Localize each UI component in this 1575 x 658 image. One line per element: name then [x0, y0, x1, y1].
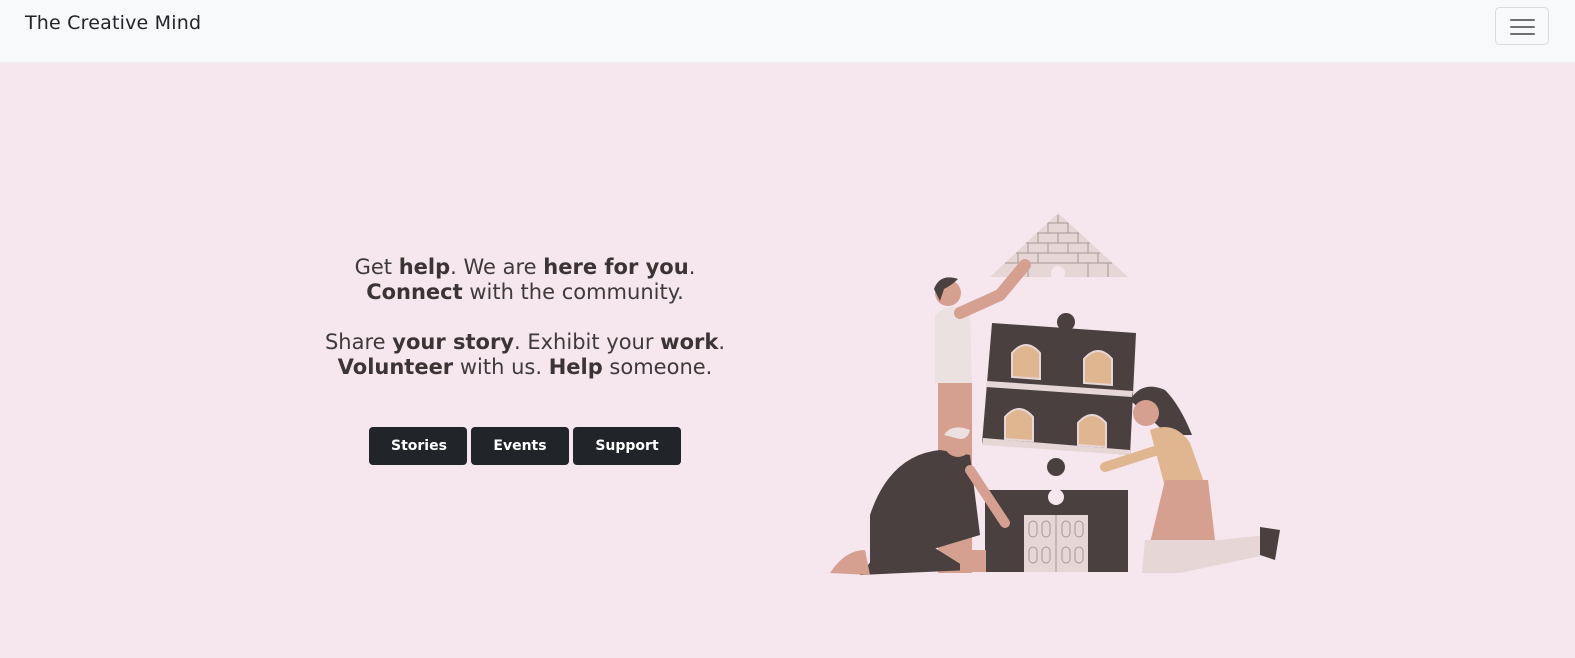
hero-button-group: Stories Events Support [369, 427, 681, 465]
navbar: The Creative Mind [0, 0, 1575, 63]
hero-text: Get help. We are here for you. Connect w… [300, 255, 750, 380]
hero-line-4: Volunteer with us. Help someone. [337, 355, 713, 379]
house-bottom-piece [985, 489, 1128, 572]
kneeling-man-figure [830, 427, 1010, 575]
people-assembling-house-puzzle-illustration [830, 213, 1280, 575]
roof-piece [990, 213, 1128, 280]
hero-line-2: Connect with the community. [366, 280, 684, 304]
hero-line-1: Get help. We are here for you. [354, 255, 696, 279]
house-middle-piece [982, 313, 1136, 476]
navbar-toggle-button[interactable] [1495, 7, 1549, 45]
support-button[interactable]: Support [573, 427, 681, 465]
events-button[interactable]: Events [471, 427, 569, 465]
brand-logo[interactable]: The Creative Mind [25, 12, 201, 34]
stories-button[interactable]: Stories [369, 427, 467, 465]
hero-line-3: Share your story. Exhibit your work. [324, 330, 726, 354]
